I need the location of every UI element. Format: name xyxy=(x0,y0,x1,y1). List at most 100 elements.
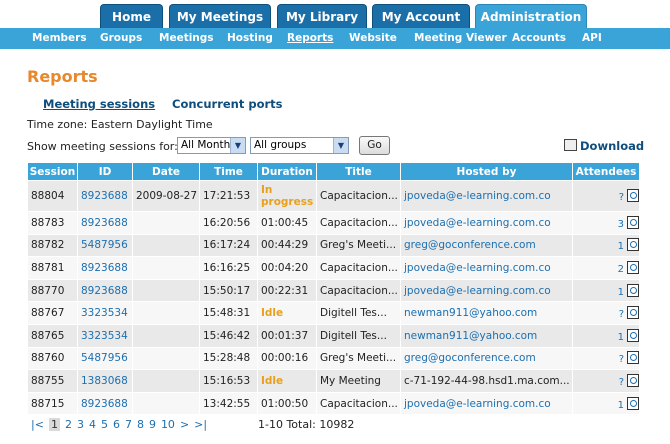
attendee-count-link[interactable]: 1 xyxy=(618,400,624,411)
table-header: Session ID Date Time Duration Title Host… xyxy=(28,163,639,180)
go-button[interactable]: Go xyxy=(359,136,390,155)
meeting-id-link[interactable]: 8923688 xyxy=(78,279,132,302)
attendee-count-link[interactable]: 2 xyxy=(618,264,624,275)
title-cell: Capacitacion... xyxy=(317,257,400,279)
attendee-count-link[interactable]: 1 xyxy=(618,287,624,298)
table-row: 88770 8923688 15:50:17 00:22:31 Capacitacion… xyxy=(28,279,639,302)
view-report-icon[interactable] xyxy=(627,238,639,252)
subnav-members[interactable]: Members xyxy=(32,28,87,49)
host-link[interactable]: jpoveda@e-learning.com.co xyxy=(401,257,572,279)
pager-page-1: 1 xyxy=(48,418,60,431)
header-title[interactable]: Title xyxy=(317,163,400,180)
view-report-icon[interactable] xyxy=(627,260,639,274)
header-date[interactable]: Date xyxy=(133,163,199,180)
title-cell: Greg's Meeti... xyxy=(317,347,400,370)
tab-meeting-sessions[interactable]: Meeting sessions xyxy=(43,97,155,111)
title-cell: Capacitacion... xyxy=(317,181,400,211)
attendee-count-link[interactable]: ? xyxy=(619,309,624,320)
meeting-id-link[interactable]: 3323534 xyxy=(78,302,132,324)
host-link[interactable]: greg@goconference.com xyxy=(401,347,572,370)
pager-page-7[interactable]: 7 xyxy=(125,418,132,431)
attendee-count-link[interactable]: 3 xyxy=(618,219,624,230)
view-report-icon[interactable] xyxy=(627,373,639,387)
meeting-id-link[interactable]: 8923688 xyxy=(78,181,132,211)
view-report-icon[interactable] xyxy=(627,189,639,202)
view-report-icon[interactable] xyxy=(627,328,639,342)
header-id[interactable]: ID xyxy=(78,163,132,180)
pager-last[interactable]: >| xyxy=(194,418,207,431)
tab-my-library[interactable]: My Library xyxy=(277,4,367,28)
attendees-cell: 2 xyxy=(573,257,639,279)
meeting-id-link[interactable]: 8923688 xyxy=(78,257,132,279)
pager-page-9[interactable]: 9 xyxy=(149,418,156,431)
subnav-groups[interactable]: Groups xyxy=(100,28,142,49)
top-nav: Home My Meetings My Library My Account A… xyxy=(0,0,670,28)
view-report-icon[interactable] xyxy=(627,396,639,410)
header-hosted-by[interactable]: Hosted by xyxy=(401,163,572,180)
attendee-count-link[interactable]: 1 xyxy=(618,332,624,343)
header-time[interactable]: Time xyxy=(200,163,257,180)
tab-concurrent-ports[interactable]: Concurrent ports xyxy=(172,97,283,111)
tab-home[interactable]: Home xyxy=(100,4,163,28)
session-cell: 88765 xyxy=(28,324,77,347)
view-report-icon[interactable] xyxy=(627,351,639,365)
filter-label: Show meeting sessions for: xyxy=(27,140,178,153)
host-link[interactable]: newman911@yahoo.com xyxy=(401,302,572,324)
host-link[interactable]: jpoveda@e-learning.com.co xyxy=(401,279,572,302)
groups-select[interactable]: All groups ▼ xyxy=(250,137,349,154)
tab-my-meetings[interactable]: My Meetings xyxy=(169,4,271,28)
header-session[interactable]: Session xyxy=(28,163,77,180)
view-report-icon[interactable] xyxy=(627,215,639,229)
meeting-id-link[interactable]: 5487956 xyxy=(78,234,132,257)
host-link[interactable]: newman911@yahoo.com xyxy=(401,324,572,347)
subnav-meetings[interactable]: Meetings xyxy=(159,28,214,49)
title-cell: Capacitacion... xyxy=(317,212,400,234)
date-cell xyxy=(133,279,199,302)
download-link[interactable]: Download xyxy=(564,139,644,153)
meeting-id-link[interactable]: 8923688 xyxy=(78,212,132,234)
meeting-id-link[interactable]: 3323534 xyxy=(78,324,132,347)
pager-page-5[interactable]: 5 xyxy=(101,418,108,431)
chevron-down-icon: ▼ xyxy=(230,138,245,153)
duration-cell: In progress xyxy=(258,181,316,211)
host-link[interactable]: jpoveda@e-learning.com.co xyxy=(401,392,572,415)
host-link[interactable]: jpoveda@e-learning.com.co xyxy=(401,181,572,211)
subnav-accounts[interactable]: Accounts xyxy=(512,28,566,49)
host-link[interactable]: jpoveda@e-learning.com.co xyxy=(401,212,572,234)
pager-page-2[interactable]: 2 xyxy=(65,418,72,431)
tab-my-account[interactable]: My Account xyxy=(372,4,470,28)
months-select[interactable]: All Months ▼ xyxy=(177,137,246,154)
subnav-reports[interactable]: Reports xyxy=(287,28,333,49)
view-report-icon[interactable] xyxy=(627,283,639,297)
attendee-count-link[interactable]: ? xyxy=(619,377,624,388)
subnav-api[interactable]: API xyxy=(582,28,602,49)
meeting-id-link[interactable]: 1383068 xyxy=(78,370,132,392)
subnav-meeting-viewer[interactable]: Meeting Viewer xyxy=(414,28,507,49)
date-cell: 2009-08-27 xyxy=(133,181,199,211)
tab-administration[interactable]: Administration xyxy=(475,4,587,28)
pager-page-8[interactable]: 8 xyxy=(137,418,144,431)
view-report-icon[interactable] xyxy=(627,306,639,320)
date-cell xyxy=(133,370,199,392)
attendee-count-link[interactable]: 1 xyxy=(618,241,624,252)
pager-next[interactable]: > xyxy=(180,418,189,431)
pager-page-4[interactable]: 4 xyxy=(89,418,96,431)
meeting-id-link[interactable]: 8923688 xyxy=(78,392,132,415)
header-duration[interactable]: Duration xyxy=(258,163,316,180)
attendee-count-link[interactable]: ? xyxy=(619,354,624,365)
time-cell: 13:42:55 xyxy=(200,392,257,415)
subnav-hosting[interactable]: Hosting xyxy=(227,28,273,49)
subnav-website[interactable]: Website xyxy=(349,28,397,49)
pager-page-3[interactable]: 3 xyxy=(77,418,84,431)
host-link[interactable]: greg@goconference.com xyxy=(401,234,572,257)
pager-first[interactable]: |< xyxy=(31,418,44,431)
title-cell: My Meeting xyxy=(317,370,400,392)
pager-page-6[interactable]: 6 xyxy=(113,418,120,431)
header-attendees[interactable]: Attendees xyxy=(573,163,639,180)
meeting-id-link[interactable]: 5487956 xyxy=(78,347,132,370)
download-icon xyxy=(564,139,577,151)
date-cell xyxy=(133,212,199,234)
pager-page-10[interactable]: 10 xyxy=(161,418,175,431)
attendee-count-link[interactable]: ? xyxy=(619,192,624,203)
pagination: |< 1 2 3 4 5 6 7 8 9 10 > >| xyxy=(31,418,212,431)
